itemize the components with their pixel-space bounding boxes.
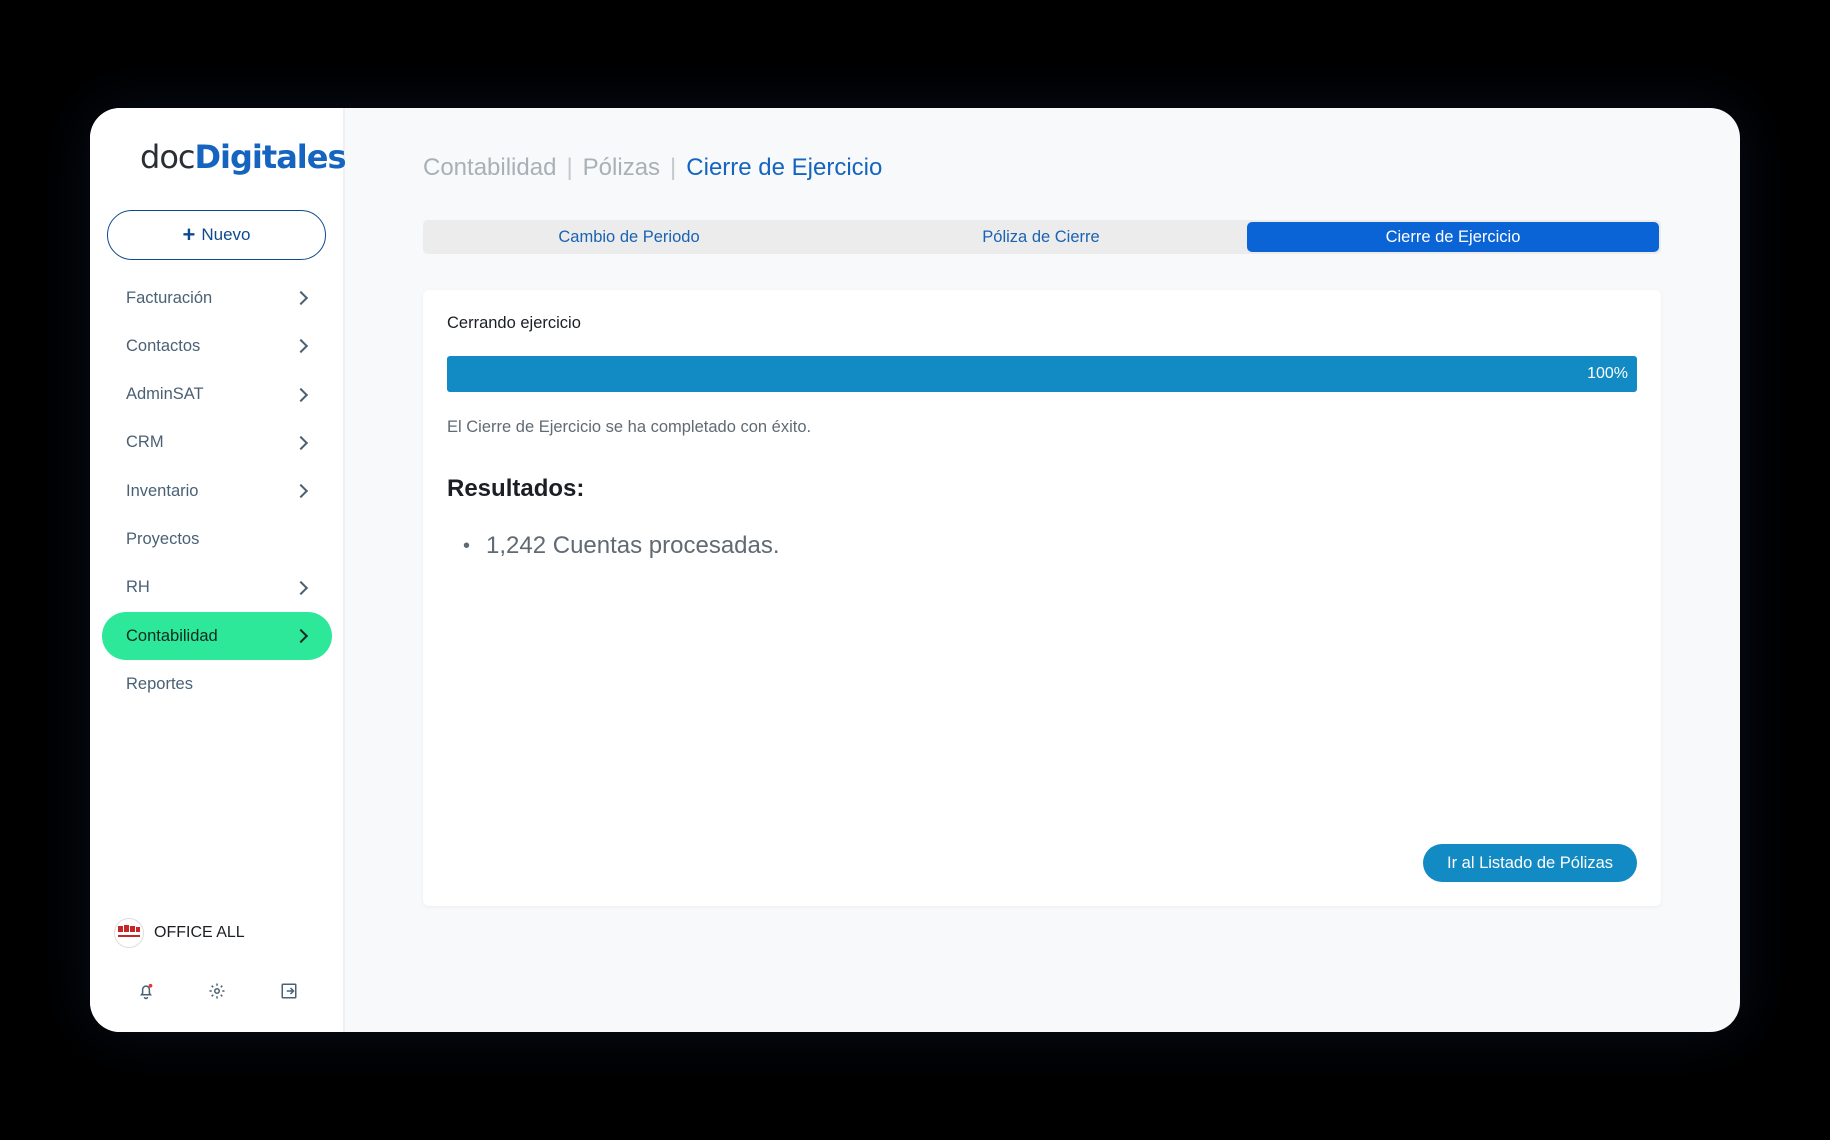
sidebar-item-label: Inventario: [126, 481, 199, 500]
breadcrumb-separator: |: [566, 154, 573, 181]
sidebar: docDigitales + Nuevo Facturación Contact…: [90, 108, 347, 1032]
chevron-right-icon: [293, 484, 309, 499]
sidebar-item-reportes[interactable]: Reportes: [102, 660, 332, 708]
tab-poliza-de-cierre[interactable]: Póliza de Cierre: [835, 220, 1247, 254]
chevron-right-icon: [293, 580, 309, 595]
chevron-right-icon: [293, 629, 309, 644]
logo-bold: Digitales: [194, 138, 346, 176]
sidebar-item-label: RH: [126, 578, 150, 597]
progress-fill: [447, 356, 1637, 392]
results-title: Resultados:: [447, 475, 585, 502]
bullet: •: [463, 534, 471, 557]
sidebar-nav: Facturación Contactos AdminSAT CRM Inven…: [102, 274, 332, 709]
tab-cierre-de-ejercicio[interactable]: Cierre de Ejercicio: [1247, 222, 1659, 252]
sidebar-item-inventario[interactable]: Inventario: [102, 467, 332, 515]
logout-icon[interactable]: [278, 980, 300, 1002]
sidebar-item-label: Contactos: [126, 336, 201, 355]
breadcrumb-current: Cierre de Ejercicio: [686, 154, 883, 181]
chevron-right-icon: [293, 387, 309, 402]
main-content: Contabilidad | Pólizas | Cierre de Ejerc…: [345, 108, 1740, 1032]
progress-bar: 100%: [447, 356, 1637, 392]
sidebar-item-label: Proyectos: [126, 529, 200, 548]
progress-label: 100%: [1587, 365, 1628, 382]
sidebar-item-adminsat[interactable]: AdminSAT: [102, 371, 332, 419]
account-switcher[interactable]: OFFICE ALL: [114, 918, 245, 948]
sidebar-item-contactos[interactable]: Contactos: [102, 322, 332, 370]
breadcrumb-contabilidad[interactable]: Contabilidad: [423, 154, 556, 182]
sidebar-item-label: AdminSAT: [126, 385, 204, 404]
breadcrumb: Contabilidad | Pólizas | Cierre de Ejerc…: [423, 154, 882, 182]
plus-icon: +: [182, 222, 196, 247]
sidebar-item-crm[interactable]: CRM: [102, 419, 332, 467]
chevron-right-icon: [293, 435, 309, 450]
chevron-right-icon: [293, 290, 309, 306]
sidebar-footer: [90, 980, 345, 1002]
account-logo: [114, 918, 144, 948]
new-button[interactable]: + Nuevo: [107, 210, 326, 260]
sidebar-item-label: Facturación: [126, 288, 213, 307]
list-item: • 1,242 Cuentas procesadas.: [463, 532, 780, 560]
success-message: El Cierre de Ejercicio se ha completado …: [447, 418, 812, 436]
app-logo[interactable]: docDigitales: [140, 138, 347, 176]
new-button-label: Nuevo: [201, 225, 251, 244]
tab-cambio-de-periodo[interactable]: Cambio de Periodo: [423, 220, 835, 254]
result-card: Cerrando ejercicio 100% El Cierre de Eje…: [423, 290, 1661, 906]
logo-light: doc: [140, 138, 195, 176]
sidebar-item-proyectos[interactable]: Proyectos: [102, 515, 332, 563]
result-text: 1,242 Cuentas procesadas.: [486, 532, 780, 559]
gear-icon[interactable]: [206, 980, 228, 1002]
office-all-logo-icon: [118, 925, 140, 937]
app-window: docDigitales + Nuevo Facturación Contact…: [90, 108, 1740, 1032]
sidebar-item-contabilidad[interactable]: Contabilidad: [102, 612, 332, 661]
results-list: • 1,242 Cuentas procesadas.: [463, 532, 780, 560]
chevron-right-icon: [293, 339, 309, 354]
tab-bar: Cambio de Periodo Póliza de Cierre Cierr…: [423, 220, 1661, 254]
sidebar-item-label: Reportes: [126, 674, 193, 693]
go-to-polizas-button[interactable]: Ir al Listado de Pólizas: [1422, 844, 1637, 882]
sidebar-item-label: Contabilidad: [126, 626, 218, 645]
breadcrumb-polizas[interactable]: Pólizas: [583, 154, 660, 182]
sidebar-item-rh[interactable]: RH: [102, 564, 332, 612]
account-name: OFFICE ALL: [154, 924, 245, 941]
card-title: Cerrando ejercicio: [447, 314, 581, 332]
breadcrumb-separator: |: [670, 154, 677, 181]
bell-icon[interactable]: [135, 980, 157, 1002]
sidebar-item-label: CRM: [126, 433, 164, 452]
sidebar-item-facturacion[interactable]: Facturación: [102, 274, 332, 322]
